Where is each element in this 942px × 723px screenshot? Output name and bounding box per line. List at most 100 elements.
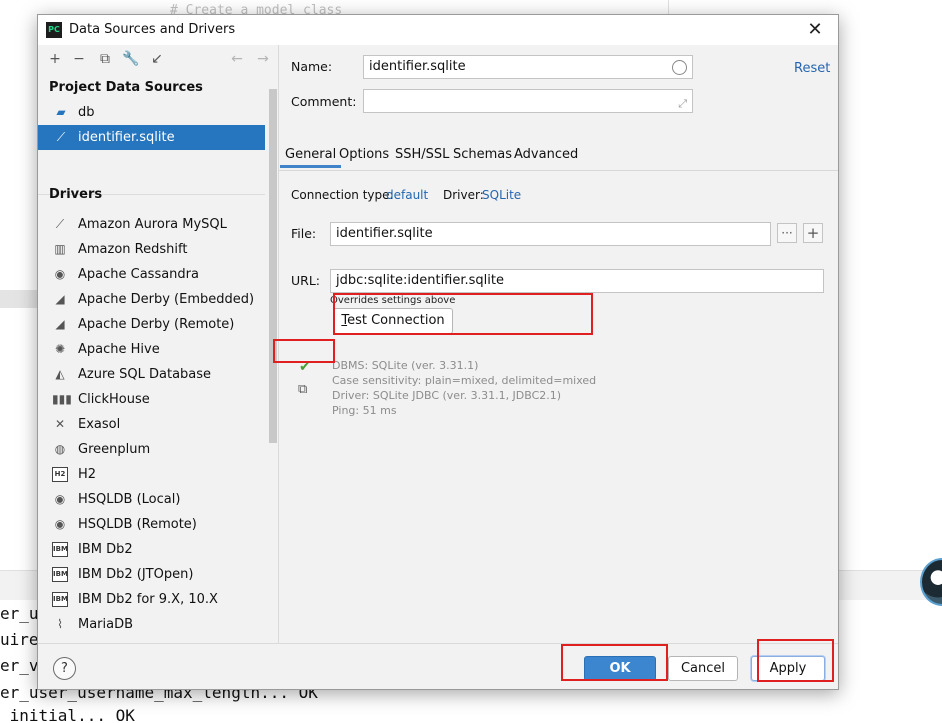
tab-underline-rule [279,170,838,171]
comment-input[interactable]: ⤢ [363,89,693,113]
close-button[interactable]: ✕ [804,19,826,41]
driver-label: Exasol [78,417,121,432]
comment-label: Comment: [291,94,357,109]
derby-icon: ◢ [55,292,65,306]
connection-info-dbms: DBMS: SQLite (ver. 3.31.1) [332,359,479,372]
driver-item[interactable]: ✕ Exasol [38,412,265,437]
file-value: identifier.sqlite [336,226,433,241]
add-icon[interactable]: + [46,50,64,68]
help-button[interactable]: ? [53,657,76,680]
driver-item[interactable]: H2 H2 [38,462,265,487]
driver-label: IBM Db2 for 9.X, 10.X [78,592,218,607]
driver-item[interactable]: ◭ Azure SQL Database [38,362,265,387]
console-line: initial... OK [0,706,135,723]
driver-item[interactable]: ✺ Apache Hive [38,337,265,362]
add-file-button[interactable]: + [803,223,823,243]
driver-item[interactable]: IBM IBM Db2 for 9.X, 10.X [38,587,265,612]
ibm-db2-icon: IBM [52,592,68,607]
back-arrow-icon[interactable]: ← [228,50,246,68]
drivers-heading: Drivers [49,187,103,202]
driver-label: Amazon Aurora MySQL [78,217,227,232]
pycharm-logo-icon: PC [46,22,62,38]
driver-item[interactable]: ◉ HSQLDB (Remote) [38,512,265,537]
driver-item[interactable]: ◍ Greenplum [38,437,265,462]
driver-label: ClickHouse [78,392,150,407]
copy-icon[interactable]: ⧉ [298,382,307,397]
derby-icon: ◢ [55,317,65,331]
tab-general[interactable]: General [280,142,342,168]
driver-label: Amazon Redshift [78,242,188,257]
datasource-icon: ▰ [56,105,66,119]
expand-icon[interactable]: ⤢ [678,93,687,115]
tab-schemas[interactable]: Schemas [448,142,517,168]
datasource-label: db [78,105,95,120]
name-value: identifier.sqlite [369,59,466,74]
driver-item[interactable]: IBM IBM Db2 [38,537,265,562]
driver-item[interactable]: ◉ HSQLDB (Local) [38,487,265,512]
driver-label: IBM Db2 [78,542,133,557]
driver-label: Greenplum [78,442,151,457]
driver-item[interactable]: ⌇ MariaDB [38,612,265,637]
console-line: er_v [0,656,39,675]
annotation-box-ok [561,644,668,681]
url-value: jdbc:sqlite:identifier.sqlite [336,273,504,288]
driver-label: Driver: [443,188,484,202]
right-panel: Name: identifier.sqlite Reset Comment: ⤢… [279,45,838,643]
console-line: er_u [0,604,39,623]
driver-item[interactable]: ▥ Amazon Redshift [38,237,265,262]
wrench-icon[interactable]: 🔧 [122,50,140,68]
data-sources-dialog: PC Data Sources and Drivers ✕ + − ⧉ 🔧 ↙ … [37,14,839,690]
connection-info-case: Case sensitivity: plain=mixed, delimited… [332,374,597,387]
file-input[interactable]: identifier.sqlite [330,222,771,246]
left-panel: + − ⧉ 🔧 ↙ ← → Project Data Sources ▰ db … [38,45,279,643]
azure-icon: ◭ [55,367,65,381]
forward-arrow-icon[interactable]: → [254,50,272,68]
tab-advanced[interactable]: Advanced [509,142,583,168]
datasource-item-db[interactable]: ▰ db [38,100,265,125]
hsqldb-icon: ◉ [54,492,66,506]
dialog-titlebar: PC Data Sources and Drivers ✕ [38,15,838,45]
duplicate-icon[interactable]: ⧉ [96,50,114,68]
ibm-db2-icon: IBM [52,542,68,557]
driver-link[interactable]: SQLite [482,188,521,202]
console-line: uire [0,630,39,649]
sqlite-icon: ⟋ [56,130,66,144]
driver-item[interactable]: ◢ Apache Derby (Remote) [38,312,265,337]
connection-info-ping: Ping: 51 ms [332,404,397,417]
mariadb-icon: ⌇ [57,617,63,631]
url-label: URL: [291,273,321,288]
driver-item[interactable]: ▮▮▮ ClickHouse [38,387,265,412]
annotation-box-test [333,293,593,335]
driver-label: H2 [78,467,97,482]
tab-options[interactable]: Options [334,142,394,168]
datasource-item-identifier-sqlite[interactable]: ⟋ identifier.sqlite [38,125,265,150]
project-sources-heading: Project Data Sources [49,80,203,95]
driver-label: Apache Hive [78,342,160,357]
tab-ssh-ssl[interactable]: SSH/SSL [390,142,454,168]
goto-icon[interactable]: ↙ [148,50,166,68]
connection-type-link[interactable]: default [386,188,428,202]
name-input[interactable]: identifier.sqlite [363,55,693,79]
driver-label: Apache Cassandra [78,267,199,282]
file-label: File: [291,226,317,241]
remove-icon[interactable]: − [70,50,88,68]
driver-label: Apache Derby (Embedded) [78,292,255,307]
connection-type-label: Connection type: [291,188,394,202]
clickhouse-icon: ▮▮▮ [52,392,72,406]
url-input[interactable]: jdbc:sqlite:identifier.sqlite [330,269,824,293]
redshift-icon: ▥ [54,242,66,256]
name-color-icon[interactable] [672,60,687,75]
cancel-button[interactable]: Cancel [668,656,738,681]
annotation-box-status [273,339,335,363]
browse-file-button[interactable]: ··· [777,223,797,243]
reset-link[interactable]: Reset [794,61,830,76]
driver-item[interactable]: IBM IBM Db2 (JTOpen) [38,562,265,587]
driver-item[interactable]: ◢ Apache Derby (Embedded) [38,287,265,312]
driver-item[interactable]: ⟋ Amazon Aurora MySQL [38,212,265,237]
left-toolbar: + − ⧉ 🔧 ↙ ← → [38,45,279,75]
cassandra-icon: ◉ [54,267,66,281]
annotation-box-apply [757,639,834,682]
driver-item[interactable]: ◉ Apache Cassandra [38,262,265,287]
exasol-icon: ✕ [54,417,66,431]
left-scrollbar-thumb[interactable] [269,89,277,443]
